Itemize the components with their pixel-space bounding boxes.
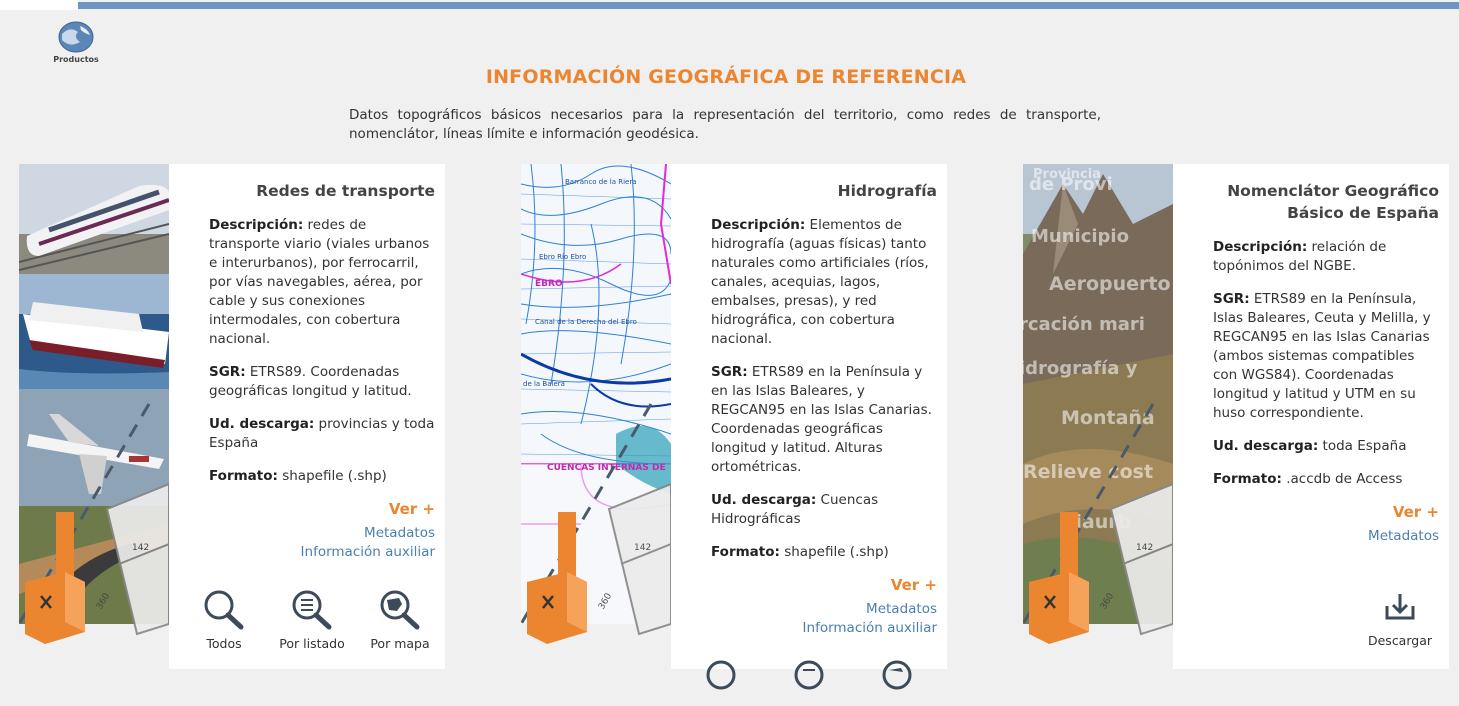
download-all-button[interactable] <box>691 658 761 706</box>
sgr: SGR: ETRS89 en la Península, Islas Balea… <box>1213 290 1439 423</box>
download-unit: Ud. descarga: toda España <box>1213 437 1439 456</box>
format-text: shapefile (.shp) <box>779 544 889 560</box>
page-intro: Datos topográficos básicos necesarios pa… <box>349 107 1101 142</box>
products-logo[interactable]: Productos <box>48 20 104 70</box>
format-label: Formato: <box>209 468 278 484</box>
globe-icon <box>58 21 94 53</box>
products-label: Productos <box>53 55 99 64</box>
download-list-label: Por listado <box>279 636 345 651</box>
format-text: .accdb de Access <box>1281 471 1403 487</box>
sheet-number-360: 360 <box>1099 591 1116 611</box>
map-search-icon <box>380 590 420 630</box>
format-text: shapefile (.shp) <box>277 468 387 484</box>
download-all-label: Todos <box>206 636 242 651</box>
description-label: Descripción: <box>711 217 806 233</box>
download-list-button[interactable] <box>779 658 849 706</box>
sgr-label: SGR: <box>1213 291 1250 307</box>
download-all-button[interactable]: Todos <box>189 588 259 651</box>
ver-mas-link[interactable]: Ver + <box>209 500 435 518</box>
download-map-button[interactable] <box>867 658 937 706</box>
download-unit-text: toda España <box>1318 438 1407 454</box>
download-options <box>691 658 937 706</box>
aux-info-link[interactable]: Información auxiliar <box>711 619 937 638</box>
magnifier-icon <box>204 590 244 630</box>
sheet-number-142: 142 <box>634 543 651 553</box>
sgr-label: SGR: <box>209 364 246 380</box>
description-text: Elementos de hidrografía (aguas físicas)… <box>711 217 929 347</box>
sheet-number-142: 142 <box>132 543 149 553</box>
top-bar-tab <box>0 0 78 10</box>
download-icon <box>1385 594 1415 620</box>
format: Formato: shapefile (.shp) <box>209 467 435 486</box>
download-unit: Ud. descarga: provincias y toda España <box>209 415 435 453</box>
description: Descripción: redes de transporte viario … <box>209 216 435 349</box>
download-map-label: Por mapa <box>370 636 430 651</box>
download-unit-label: Ud. descarga: <box>1213 438 1319 454</box>
download-map-button[interactable]: Por mapa <box>365 588 435 651</box>
card-title: Hidrografía <box>837 182 937 200</box>
download-unit-label: Ud. descarga: <box>209 416 315 432</box>
list-search-icon <box>794 660 824 690</box>
map-search-icon <box>882 660 912 690</box>
aux-info-link[interactable]: Información auxiliar <box>209 543 435 562</box>
sheet-overlay-graphic: 142 360 <box>19 403 169 644</box>
description-label: Descripción: <box>1213 239 1308 255</box>
hydrography-panel: Hidrografía Descripción: Elementos de hi… <box>671 164 947 690</box>
description-text: redes de transporte viario (viales urban… <box>209 217 430 347</box>
sheet-number-360: 360 <box>597 591 614 611</box>
download-button[interactable]: Descargar <box>1367 592 1433 649</box>
sgr: SGR: ETRS89. Coordenadas geográficas lon… <box>209 363 435 401</box>
top-bar-stripe <box>78 2 1459 9</box>
sheet-number-142: 142 <box>1136 543 1153 553</box>
description: Descripción: Elementos de hidrografía (a… <box>711 216 937 349</box>
page-title: INFORMACIÓN GEOGRÁFICA DE REFERENCIA <box>485 66 967 88</box>
sgr-text: ETRS89 en la Península, Islas Baleares, … <box>1213 291 1431 421</box>
ver-mas-link[interactable]: Ver + <box>1213 503 1439 521</box>
ver-mas-link[interactable]: Ver + <box>711 576 937 594</box>
metadata-link[interactable]: Metadatos <box>209 524 435 543</box>
gazetteer-panel: Nomenclátor Geográfico Básico de España … <box>1173 164 1449 669</box>
format: Formato: .accdb de Access <box>1213 470 1439 489</box>
top-bar <box>0 0 1459 10</box>
download-list-button[interactable]: Por listado <box>277 588 347 651</box>
sgr: SGR: ETRS89 en la Península y en las Isl… <box>711 363 937 477</box>
download-unit-label: Ud. descarga: <box>711 492 817 508</box>
sheet-overlay-graphic: 142 360 <box>521 403 671 644</box>
format-label: Formato: <box>711 544 780 560</box>
sgr-label: SGR: <box>711 364 748 380</box>
metadata-link[interactable]: Metadatos <box>711 600 937 619</box>
magnifier-icon <box>706 660 736 690</box>
download-options: Todos Por listado Por mapa <box>189 588 435 651</box>
card-title: Nomenclátor Geográfico Básico de España <box>1227 182 1439 222</box>
download-label: Descargar <box>1367 633 1432 648</box>
format: Formato: shapefile (.shp) <box>711 543 937 562</box>
list-search-icon <box>292 590 332 630</box>
sgr-text: ETRS89 en la Península y en las Islas Ba… <box>711 364 932 475</box>
sheet-number-360: 360 <box>95 591 112 611</box>
description-label: Descripción: <box>209 217 304 233</box>
download-unit: Ud. descarga: Cuencas Hidrográficas <box>711 491 937 529</box>
description: Descripción: relación de topónimos del N… <box>1213 238 1439 276</box>
transport-panel: Redes de transporte Descripción: redes d… <box>169 164 445 669</box>
sheet-overlay-graphic: 142 360 <box>1023 403 1173 644</box>
card-title: Redes de transporte <box>256 182 435 200</box>
metadata-link[interactable]: Metadatos <box>1213 527 1439 546</box>
format-label: Formato: <box>1213 471 1282 487</box>
